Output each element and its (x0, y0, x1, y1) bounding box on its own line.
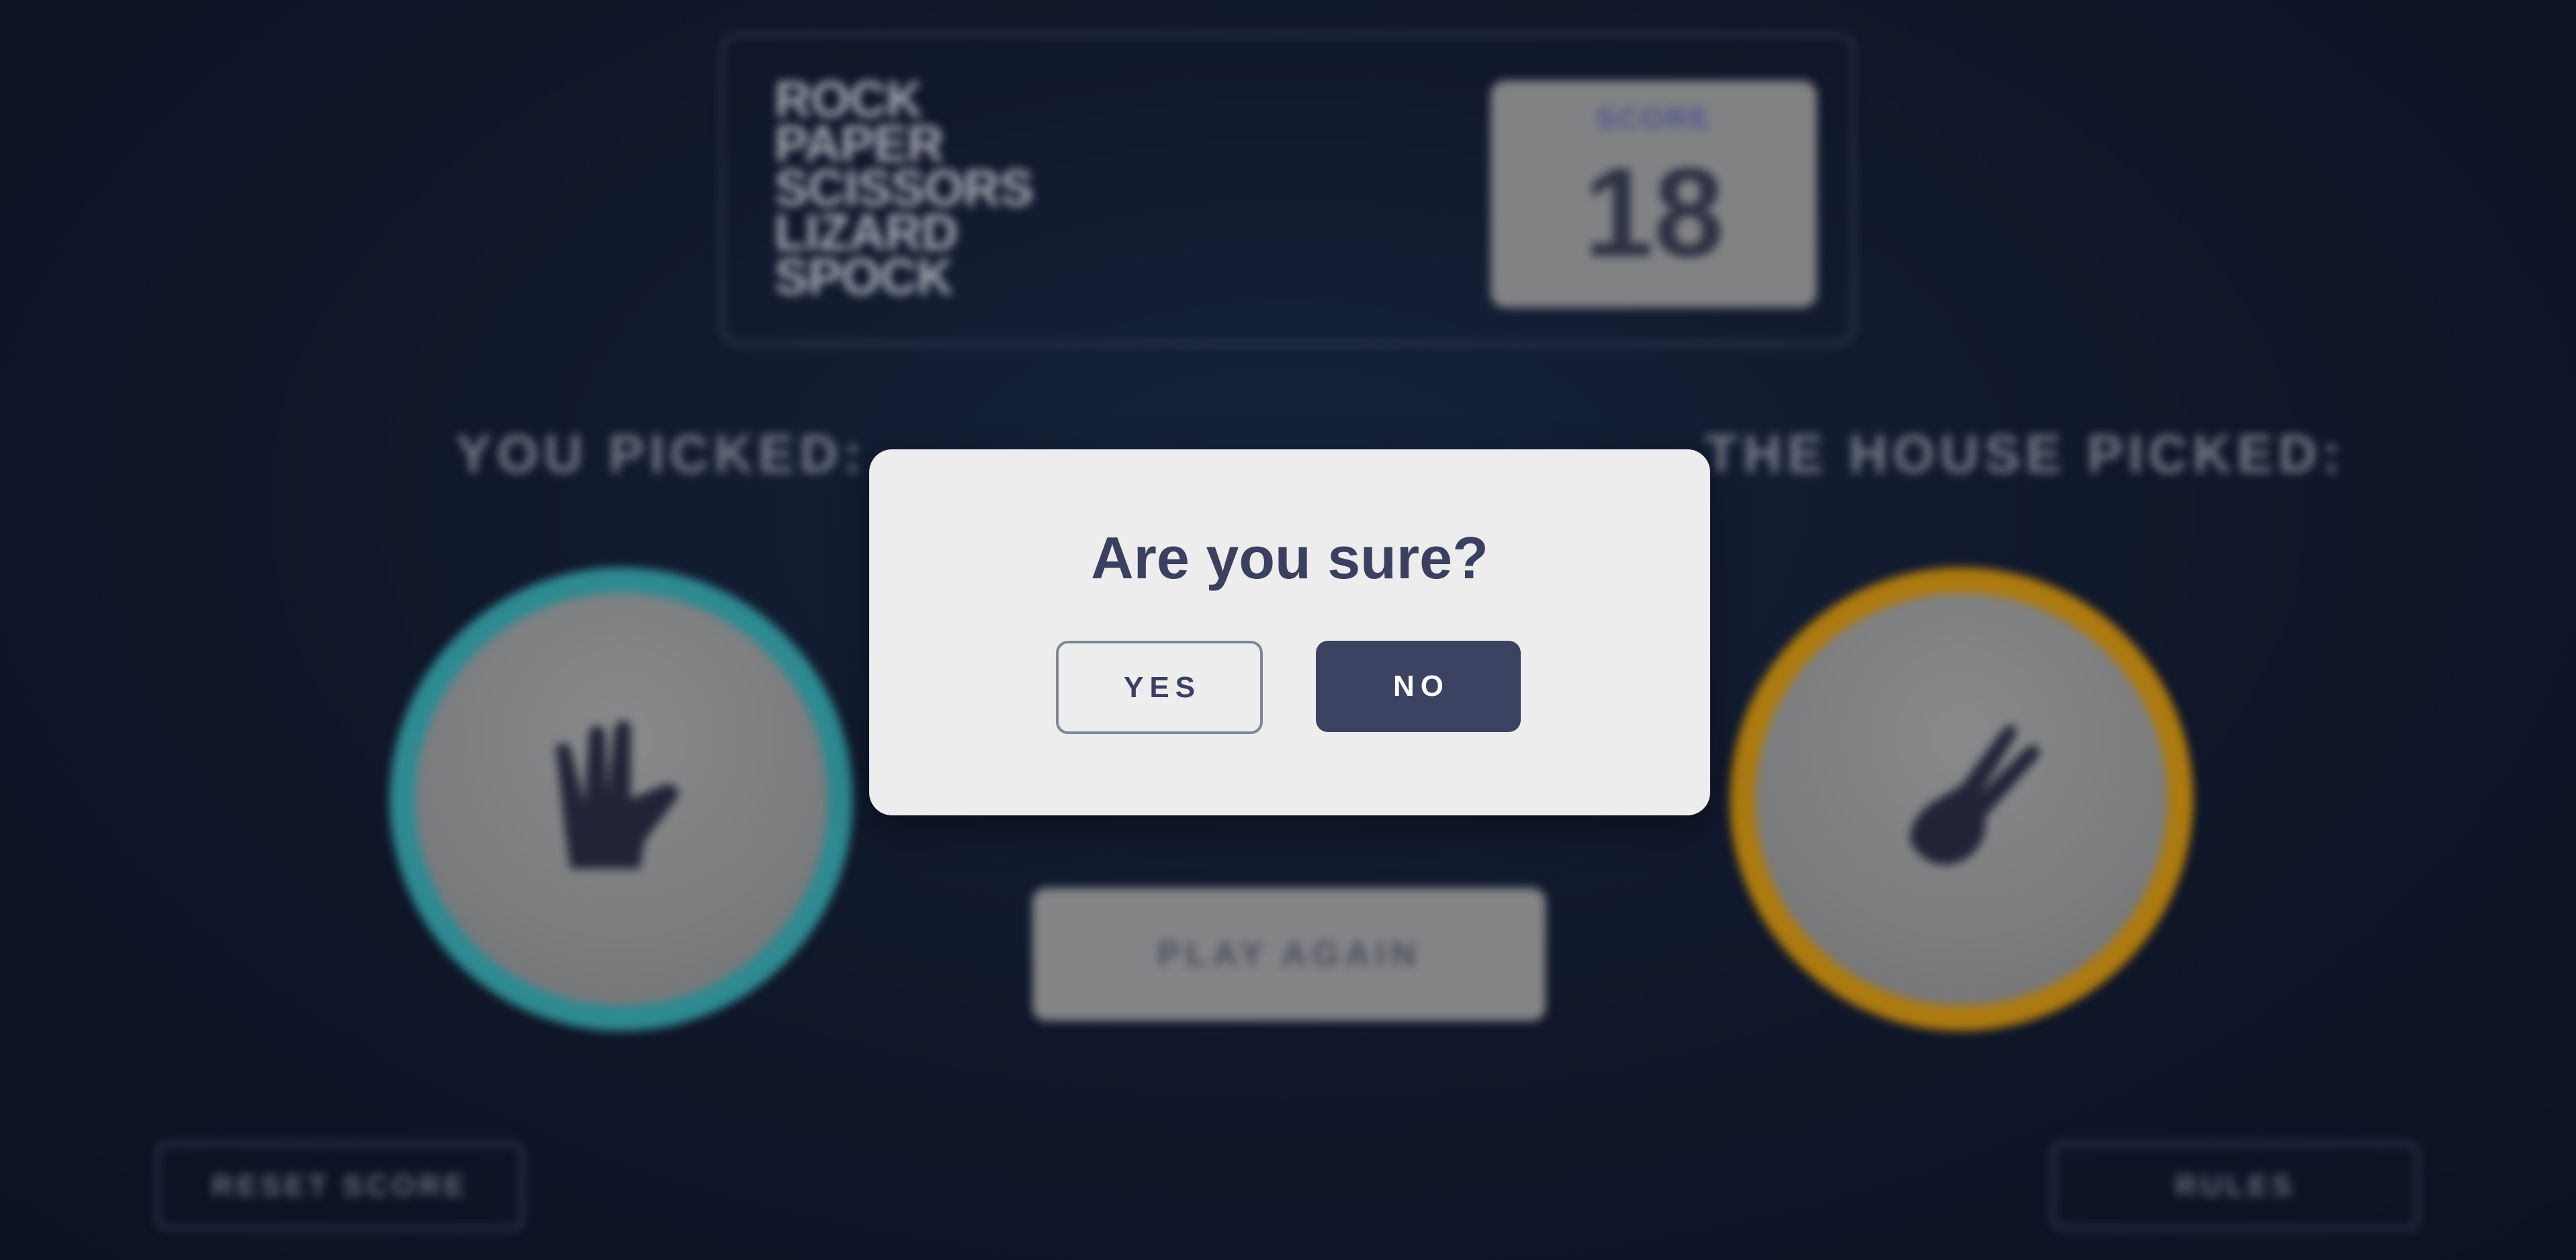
confirm-dialog: Are you sure? YES NO (869, 449, 1710, 815)
yes-button[interactable]: YES (1056, 641, 1263, 734)
dialog-title: Are you sure? (1091, 525, 1489, 591)
no-button[interactable]: NO (1316, 641, 1521, 732)
